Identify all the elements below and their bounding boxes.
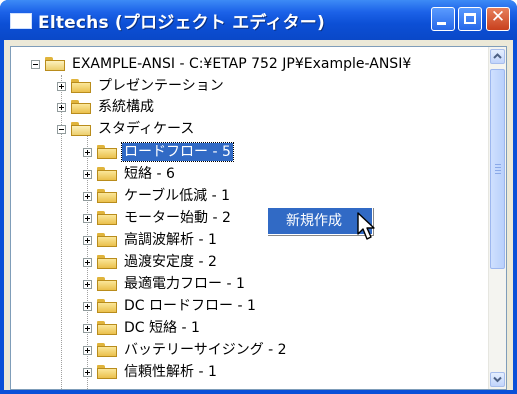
- study-case-item[interactable]: モーター始動 - 2: [83, 208, 233, 228]
- folder-icon: [97, 167, 117, 181]
- window-client-area: EXAMPLE-ANSI - C:¥ETAP 752 JP¥Example-AN…: [4, 40, 513, 390]
- vertical-scrollbar[interactable]: [488, 47, 506, 389]
- tree-node-configuration[interactable]: 系統構成: [57, 97, 156, 117]
- folder-icon: [97, 189, 117, 203]
- study-case-item[interactable]: バッテリーサイジング - 2: [83, 340, 289, 360]
- expand-icon[interactable]: [83, 323, 92, 333]
- study-case-label: 信頼性解析 - 1: [124, 364, 217, 380]
- study-case-label: 高調波解析 - 1: [124, 232, 217, 248]
- study-case-item[interactable]: 過渡安定度 - 2: [83, 252, 219, 272]
- collapse-icon[interactable]: [31, 59, 40, 69]
- study-case-label: 最適電力フロー - 1: [124, 276, 245, 292]
- expand-icon[interactable]: [83, 345, 92, 355]
- study-case-label: 過渡安定度 - 2: [124, 254, 217, 270]
- study-case-item[interactable]: DC ロードフロー - 1: [83, 296, 258, 316]
- study-case-item[interactable]: ロードフロー - 5: [83, 142, 234, 162]
- study-case-label: バッテリーサイジング - 2: [124, 342, 287, 358]
- expand-icon[interactable]: [83, 213, 92, 223]
- close-icon: ✕: [490, 7, 506, 27]
- tree-node-label: スタディケース: [98, 121, 195, 137]
- tree-node-label: プレゼンテーション: [98, 78, 224, 94]
- maximize-button[interactable]: [458, 7, 482, 31]
- mouse-cursor-icon: [357, 212, 375, 240]
- folder-icon: [97, 255, 117, 269]
- folder-icon: [71, 79, 91, 93]
- study-case-label: ケーブル低減 - 1: [124, 188, 231, 204]
- expand-icon[interactable]: [83, 279, 92, 289]
- folder-icon: [97, 277, 117, 291]
- collapse-icon[interactable]: [57, 124, 66, 134]
- tree-node-label: EXAMPLE-ANSI - C:¥ETAP 752 JP¥Example-AN…: [72, 56, 412, 72]
- expand-icon[interactable]: [83, 235, 92, 245]
- study-case-label: ロードフロー - 5: [121, 142, 234, 162]
- close-button[interactable]: ✕: [486, 7, 510, 31]
- scroll-up-button[interactable]: [490, 49, 505, 64]
- folder-open-icon: [71, 122, 91, 136]
- maximize-icon: [464, 13, 476, 24]
- expand-icon[interactable]: [57, 81, 66, 91]
- study-case-label: DC 短絡 - 1: [124, 320, 200, 336]
- title-bar[interactable]: Eltechs (プロジェクト エディター) ✕: [0, 0, 517, 40]
- window-title: Eltechs (プロジェクト エディター): [38, 13, 325, 33]
- study-case-item[interactable]: 最適電力フロー - 1: [83, 274, 247, 294]
- folder-icon: [97, 365, 117, 379]
- study-case-label: 短絡 - 6: [124, 166, 175, 182]
- tree-node-label: 系統構成: [98, 99, 154, 115]
- folder-icon: [97, 211, 117, 225]
- app-window-icon: [10, 13, 32, 29]
- folder-icon: [97, 299, 117, 313]
- study-case-item[interactable]: ケーブル低減 - 1: [83, 186, 232, 206]
- folder-open-icon: [45, 57, 65, 71]
- expand-icon[interactable]: [83, 257, 92, 267]
- minimize-button[interactable]: [431, 7, 455, 31]
- study-case-item[interactable]: 高調波解析 - 1: [83, 230, 219, 250]
- folder-icon: [97, 321, 117, 335]
- study-case-label: DC ロードフロー - 1: [124, 298, 256, 314]
- study-case-item[interactable]: DC 短絡 - 1: [83, 318, 202, 338]
- tree-node-study-cases[interactable]: スタディケース: [57, 119, 196, 139]
- expand-icon[interactable]: [83, 191, 92, 201]
- up-arrow-icon: [493, 53, 502, 59]
- tree-node-root[interactable]: EXAMPLE-ANSI - C:¥ETAP 752 JP¥Example-AN…: [31, 54, 413, 74]
- folder-icon: [97, 233, 117, 247]
- expand-icon[interactable]: [83, 147, 92, 157]
- folder-icon: [97, 343, 117, 357]
- expand-icon[interactable]: [83, 367, 92, 377]
- study-case-label: モーター始動 - 2: [124, 210, 231, 226]
- expand-icon[interactable]: [83, 169, 92, 179]
- editor-window: Eltechs (プロジェクト エディター) ✕ EXAMPLE-ANSI - …: [0, 0, 517, 394]
- down-arrow-icon: [493, 376, 502, 383]
- minimize-icon: [437, 22, 446, 25]
- expand-icon[interactable]: [83, 301, 92, 311]
- project-tree[interactable]: EXAMPLE-ANSI - C:¥ETAP 752 JP¥Example-AN…: [10, 46, 507, 390]
- tree-node-presentation[interactable]: プレゼンテーション: [57, 76, 226, 96]
- folder-icon: [97, 145, 117, 159]
- scroll-down-button[interactable]: [490, 372, 505, 387]
- expand-icon[interactable]: [57, 102, 66, 112]
- study-case-item[interactable]: 信頼性解析 - 1: [83, 362, 219, 382]
- folder-icon: [71, 100, 91, 114]
- scroll-thumb[interactable]: [490, 69, 505, 269]
- study-case-item[interactable]: 短絡 - 6: [83, 164, 177, 184]
